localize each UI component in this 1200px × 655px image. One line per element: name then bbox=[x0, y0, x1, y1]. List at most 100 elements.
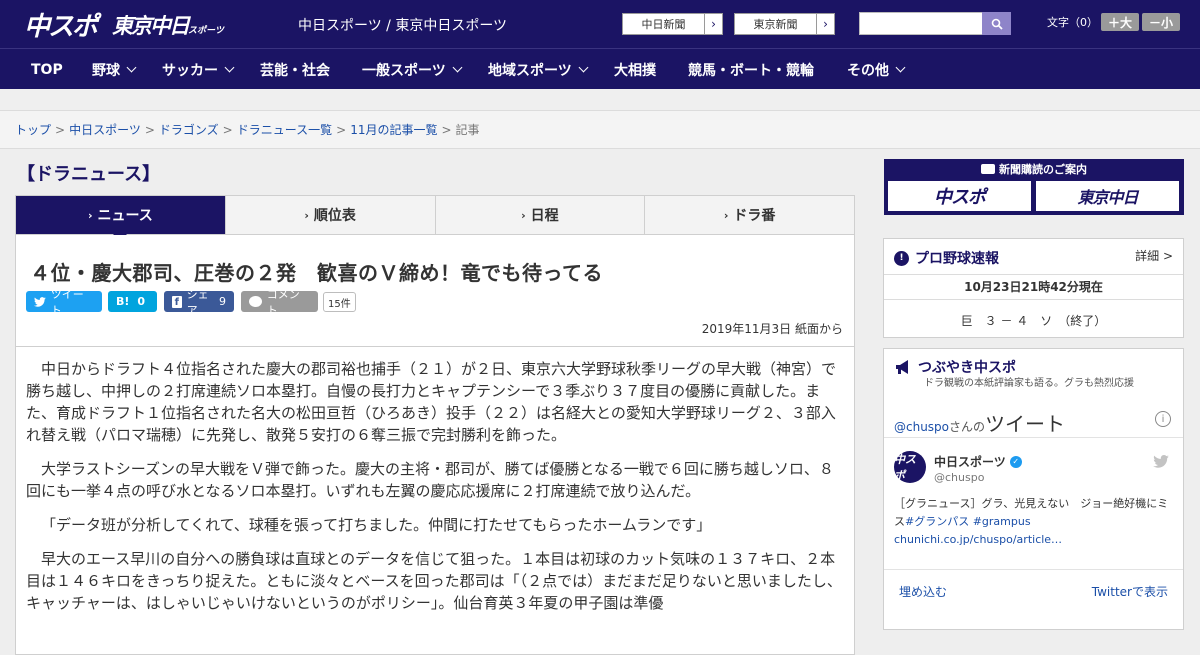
baseball-detail-link[interactable]: 詳細 > bbox=[1135, 247, 1173, 264]
font-smaller-button[interactable]: －小 bbox=[1142, 13, 1180, 31]
nav-other[interactable]: その他 bbox=[847, 49, 906, 90]
account-name-text: 中日スポーツ bbox=[934, 455, 1006, 469]
avatar[interactable]: 中スポ bbox=[894, 451, 926, 483]
chevron-right-icon: › bbox=[816, 14, 834, 34]
tab-label: ドラ番 bbox=[733, 208, 776, 224]
breadcrumb-link[interactable]: ドラゴンズ bbox=[159, 123, 219, 137]
main-nav: TOP 野球 サッカー 芸能・社会 一般スポーツ 地域スポーツ 大相撲 競馬・ボ… bbox=[0, 48, 1200, 89]
section-title: 【ドラニュース】 bbox=[17, 164, 161, 185]
chevron-down-icon bbox=[126, 62, 137, 73]
subscription-heading-text: 新聞購読のご案内 bbox=[999, 163, 1087, 176]
nav-entertainment[interactable]: 芸能・社会 bbox=[260, 49, 330, 90]
facebook-icon: f bbox=[172, 295, 182, 308]
subscription-banner[interactable]: 新聞購読のご案内 中スポ 東京中日 bbox=[884, 159, 1184, 215]
tokyo-chunichi-logo[interactable]: 東京中日スポーツ bbox=[112, 10, 224, 40]
comment-label: コメント bbox=[266, 287, 300, 317]
score-timestamp: 10月23日21時42分現在 bbox=[884, 274, 1183, 300]
article-paragraph: 大学ラストシーズンの早大戦をＶ弾で飾った。慶大の主将・郡司が、勝てば優勝となる一… bbox=[26, 460, 834, 500]
publish-date: 2019年11月3日 紙面から bbox=[701, 322, 843, 336]
nav-racing[interactable]: 競馬・ボート・競輪 bbox=[688, 49, 814, 90]
chevron-right-icon: › bbox=[723, 208, 729, 222]
breadcrumb-separator: > bbox=[144, 123, 155, 137]
nav-label: サッカー bbox=[162, 62, 218, 79]
nav-general-sports[interactable]: 一般スポーツ bbox=[362, 49, 463, 90]
tweet-screen-name[interactable]: @chuspo bbox=[934, 471, 984, 484]
chevron-down-icon bbox=[224, 62, 235, 73]
nav-label: 芸能・社会 bbox=[260, 62, 330, 79]
chevron-down-icon bbox=[578, 62, 589, 73]
tab-news[interactable]: › ニュース bbox=[16, 196, 225, 241]
twitter-widget-subtitle: ドラ観戦の本紙評論家も語る。グラも熱烈応援 bbox=[924, 378, 1134, 389]
tweet-link[interactable]: chunichi.co.jp/chuspo/article… bbox=[894, 533, 1062, 546]
tweet-label: ツイート bbox=[50, 287, 84, 317]
tweet-text: ［グラニュース］グラ、光見えない ジョー絶好機にミス#グランパス #grampu… bbox=[894, 495, 1174, 549]
facebook-share-button[interactable]: f シェア 9 bbox=[164, 288, 234, 317]
baseball-icon: ! bbox=[894, 250, 909, 266]
divider bbox=[16, 346, 854, 347]
twitter-handle-link[interactable]: @chuspo bbox=[894, 420, 949, 434]
article-paragraph: 中日からドラフト４位指名された慶大の郡司裕也捕手（２１）が２日、東京六大学野球秋… bbox=[26, 360, 837, 444]
tab-schedule[interactable]: › 日程 bbox=[434, 196, 645, 234]
nav-baseball[interactable]: 野球 bbox=[92, 49, 137, 90]
info-icon[interactable]: i bbox=[1155, 411, 1171, 427]
tab-standings[interactable]: › 順位表 bbox=[224, 196, 435, 234]
breadcrumb-current: 記事 bbox=[455, 123, 480, 137]
chuspo-logo[interactable]: 中スポ bbox=[24, 6, 98, 43]
facebook-share-label: シェア bbox=[186, 287, 209, 317]
handle-suffix: さんの bbox=[949, 420, 986, 434]
baseball-widget-title-text: プロ野球速報 bbox=[915, 251, 999, 267]
top-header: 中スポ 東京中日スポーツ 中日スポーツ / 東京中日スポーツ 中日新聞 › 東京… bbox=[0, 0, 1200, 48]
article-paragraph: 早大のエース早川の自分への勝負球は直球とのデータを信じて狙った。１本目は初球のカ… bbox=[26, 550, 842, 612]
twitter-bird-icon[interactable] bbox=[1153, 455, 1169, 468]
breadcrumb-link[interactable]: 11月の記事一覧 bbox=[350, 123, 437, 137]
search-input[interactable] bbox=[859, 12, 983, 35]
divider bbox=[884, 569, 1183, 570]
tweet-hashtags[interactable]: #グランパス #grampus bbox=[905, 515, 1031, 528]
breadcrumb-link[interactable]: ドラニュース一覧 bbox=[237, 123, 332, 137]
view-on-twitter-link[interactable]: Twitterで表示 bbox=[1092, 583, 1168, 600]
nav-label: 大相撲 bbox=[614, 62, 656, 79]
comment-button[interactable]: コメント bbox=[241, 288, 318, 317]
nav-soccer[interactable]: サッカー bbox=[162, 49, 235, 90]
tab-reporter[interactable]: › ドラ番 bbox=[644, 196, 854, 234]
breadcrumb-link[interactable]: トップ bbox=[15, 123, 51, 137]
nav-top[interactable]: TOP bbox=[31, 49, 63, 90]
tokyo-subscribe-button[interactable]: 東京中日 bbox=[1036, 181, 1179, 211]
article-paragraph: 「データ班が分析してくれて、球種を張って打ちました。仲間に打たせてもらったホーム… bbox=[41, 516, 712, 534]
site-title: 中日スポーツ / 東京中日スポーツ bbox=[298, 18, 508, 34]
breadcrumb-link[interactable]: 中日スポーツ bbox=[69, 123, 141, 137]
baseball-scores-widget: ! プロ野球速報 詳細 > 10月23日21時42分現在 巨 ３ － ４ ソ （… bbox=[883, 238, 1184, 338]
tokyo-logo-text: 東京中日 bbox=[112, 14, 190, 38]
twitter-timeline-heading: @chuspoさんのツイート bbox=[894, 408, 1065, 437]
breadcrumb-separator: > bbox=[336, 123, 347, 137]
font-larger-button[interactable]: ＋大 bbox=[1101, 13, 1139, 31]
chuspo-subscribe-button[interactable]: 中スポ bbox=[888, 181, 1031, 211]
nav-label: 競馬・ボート・競輪 bbox=[688, 62, 814, 79]
tab-label: ニュース bbox=[97, 208, 153, 224]
chevron-right-icon: › bbox=[87, 208, 93, 222]
search-button[interactable] bbox=[982, 12, 1011, 35]
tweet-account-name[interactable]: 中日スポーツ ✓ bbox=[934, 453, 1022, 470]
tokyo-logo-small: スポーツ bbox=[188, 26, 224, 36]
article: ４位・慶大郡司、圧巻の２発 歓喜のＶ締め！竜でも待ってる ツイート B! 0 f … bbox=[15, 235, 855, 655]
section-tabs: › ニュース › 順位表 › 日程 › ドラ番 bbox=[15, 195, 855, 241]
megaphone-icon bbox=[896, 360, 908, 374]
hatena-icon: B! bbox=[116, 295, 130, 308]
speech-bubble-icon bbox=[249, 296, 262, 307]
nav-label: 一般スポーツ bbox=[362, 62, 446, 79]
verified-icon: ✓ bbox=[1009, 455, 1022, 468]
chunichi-shimbun-link[interactable]: 中日新聞 › bbox=[622, 13, 723, 35]
hatena-button[interactable]: B! 0 bbox=[108, 291, 157, 312]
nav-label: 野球 bbox=[92, 62, 120, 79]
embed-link[interactable]: 埋め込む bbox=[899, 583, 947, 600]
ad-strip bbox=[0, 89, 1200, 111]
nav-regional-sports[interactable]: 地域スポーツ bbox=[488, 49, 589, 90]
article-headline: ４位・慶大郡司、圧巻の２発 歓喜のＶ締め！竜でも待ってる bbox=[30, 261, 603, 285]
breadcrumb-separator: > bbox=[441, 123, 452, 137]
tokyo-shimbun-link[interactable]: 東京新聞 › bbox=[734, 13, 835, 35]
nav-label: 地域スポーツ bbox=[488, 62, 572, 79]
tokyo-shimbun-label: 東京新聞 bbox=[753, 18, 798, 31]
nav-sumo[interactable]: 大相撲 bbox=[614, 49, 656, 90]
tweet-button[interactable]: ツイート bbox=[26, 288, 102, 317]
game-score[interactable]: 巨 ３ － ４ ソ （終了） bbox=[884, 312, 1183, 329]
